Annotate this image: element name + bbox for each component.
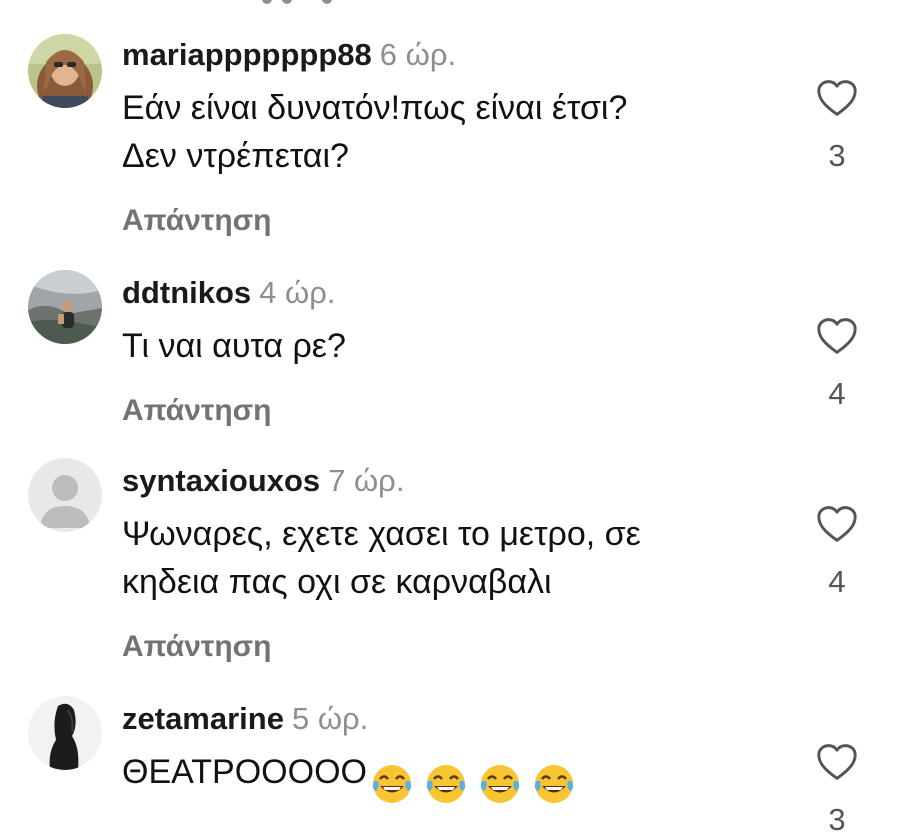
remnant-glyph [282,0,292,4]
face-with-tears-of-joy-icon [372,765,412,804]
username-link[interactable]: mariappppppp88 [122,37,372,72]
like-control: 3 [812,742,862,838]
emoji-group [367,758,575,806]
previous-content-remnant [0,0,900,8]
avatar[interactable] [28,458,102,532]
timestamp: 4 ώρ. [259,275,336,310]
heart-outline-icon[interactable] [815,316,859,356]
remnant-glyph [262,0,272,4]
heart-outline-icon[interactable] [815,504,859,544]
heart-outline-icon[interactable] [815,78,859,118]
like-count: 3 [828,802,846,837]
avatar[interactable] [28,696,102,770]
remnant-glyph [322,0,332,4]
comment-text-line: ΘΕΑΤΡΟΟΟΟΟ [122,753,367,791]
like-count: 3 [828,138,846,173]
face-with-tears-of-joy-icon [480,765,520,804]
default-user-icon [28,458,102,532]
like-count: 4 [828,376,846,411]
comment-text: Ψωναρες, εχετε χασει το μετρο, σε κηδεια… [122,510,770,606]
like-control: 4 [812,316,862,412]
comment-meta: ddtnikos 4 ώρ. [122,274,770,312]
face-with-tears-of-joy-icon [426,765,466,804]
comment-meta: syntaxiouxos 7 ώρ. [122,462,770,500]
timestamp: 7 ώρ. [328,463,405,498]
like-control: 3 [812,78,862,174]
comment-text-line: Τι ναι αυτα ρε? [122,327,346,365]
comment-meta: mariappppppp88 6 ώρ. [122,36,770,74]
username-link[interactable]: syntaxiouxos [122,463,320,498]
face-with-tears-of-joy-icon [534,765,574,804]
like-control: 4 [812,504,862,600]
reply-button[interactable]: Απάντηση [122,202,770,240]
timestamp: 6 ώρ. [379,37,457,72]
comment-text: Τι ναι αυτα ρε? [122,322,770,370]
comment-text-line: κηδεια πας οχι σε καρναβαλι [122,563,552,601]
comment-text-line: Δεν ντρέπεται? [122,137,349,175]
timestamp: 5 ώρ. [291,701,369,736]
username-link[interactable]: ddtnikos [122,275,251,310]
comment-text: Εάν είναι δυνατόν!πως είναι έτσι? Δεν ντ… [122,84,770,180]
comment-meta: zetamarine 5 ώρ. [122,700,770,738]
comment-text-line: Εάν είναι δυνατόν!πως είναι έτσι? [122,89,628,127]
reply-button[interactable]: Απάντηση [122,392,770,430]
heart-outline-icon[interactable] [815,742,859,782]
comment-text: ΘΕΑΤΡΟΟΟΟΟ [122,748,770,806]
reply-button[interactable]: Απάντηση [122,628,770,666]
comment-text-line: Ψωναρες, εχετε χασει το μετρο, σε [122,515,641,553]
like-count: 4 [828,564,846,599]
avatar[interactable] [28,34,102,108]
username-link[interactable]: zetamarine [122,701,284,736]
avatar[interactable] [28,270,102,344]
